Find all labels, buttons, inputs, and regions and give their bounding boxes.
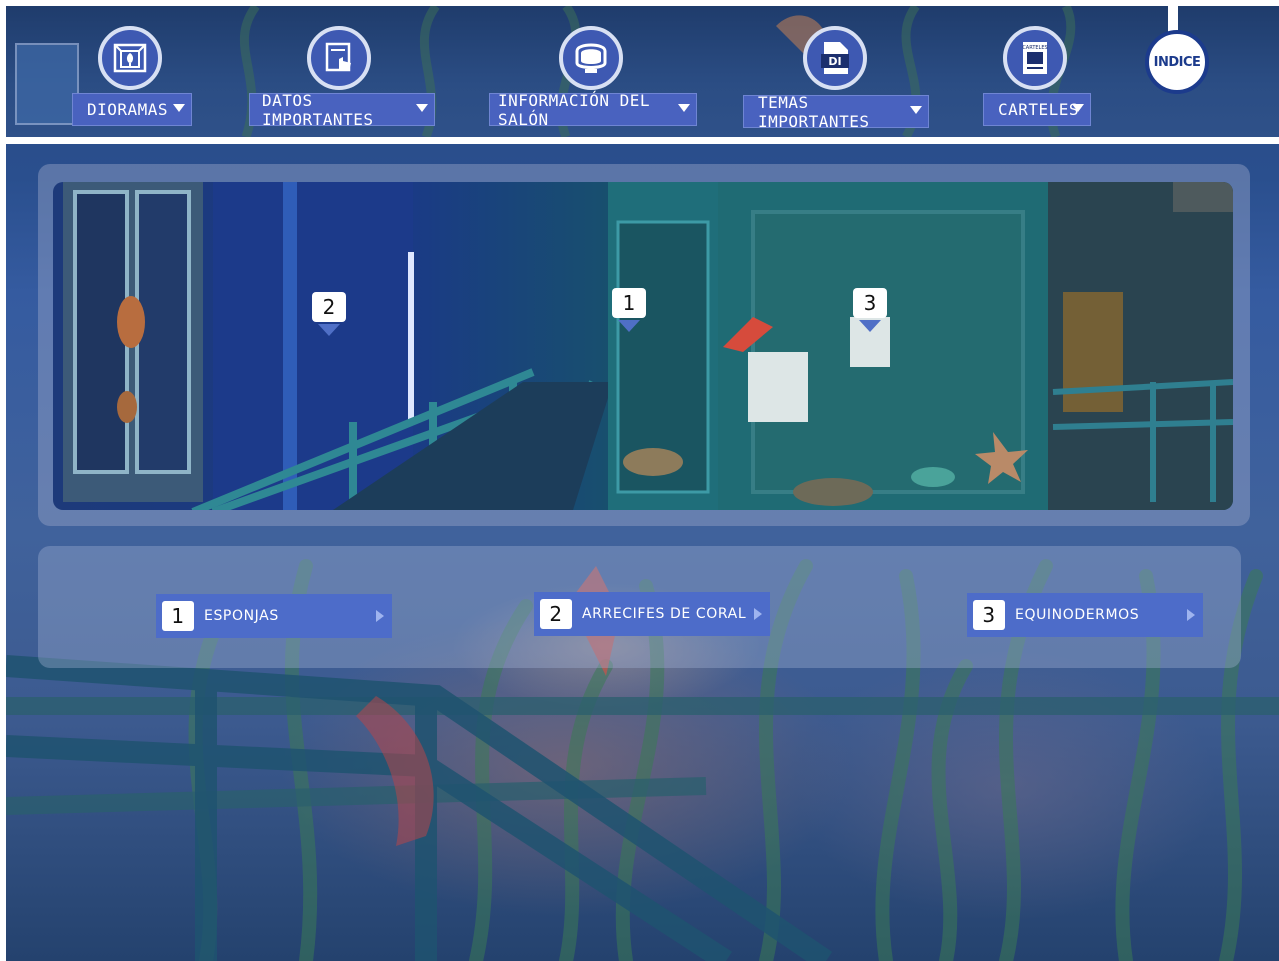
chevron-down-icon [1072, 104, 1084, 112]
top-navigation: DIORAMAS DATOS IMPORTANTES INFORMACIÓN D… [6, 6, 1279, 137]
nav-label-text: DATOS IMPORTANTES [262, 90, 374, 129]
nav-item-datos-importantes[interactable]: DATOS IMPORTANTES [249, 6, 435, 137]
topic-label: ESPONJAS [204, 608, 279, 624]
hotspot-pointer-icon [318, 324, 340, 336]
hotspot-number: 3 [863, 291, 877, 315]
hotspot-marker[interactable]: 3 [853, 288, 887, 318]
screen-icon [559, 26, 623, 90]
background-scene: DIORAMAS DATOS IMPORTANTES INFORMACIÓN D… [6, 6, 1279, 961]
topic-button-esponjas[interactable]: 1 ESPONJAS [156, 594, 392, 638]
panorama-image [63, 182, 1233, 510]
hotspot-pointer-icon [859, 320, 881, 332]
di-file-icon: DI [803, 26, 867, 90]
topic-label: EQUINODERMOS [1015, 607, 1140, 623]
nav-label-text: TEMAS IMPORTANTES [758, 92, 870, 131]
nav-item-dioramas[interactable]: DIORAMAS [72, 6, 192, 137]
hotspot-marker[interactable]: 1 [612, 288, 646, 318]
panorama-viewer[interactable]: 2 1 3 [53, 182, 1233, 510]
topic-label: ARRECIFES DE CORAL [582, 606, 747, 622]
hotspot-number: 1 [622, 291, 636, 315]
chevron-right-icon [376, 610, 384, 622]
nav-label-text: INFORMACIÓN DEL SALÓN [498, 90, 650, 129]
poster-text: CARTELES [1022, 45, 1047, 51]
nav-item-temas-importantes[interactable]: DI TEMAS IMPORTANTES [743, 6, 929, 137]
hotspot-pointer-icon [618, 320, 640, 332]
hotspot-marker[interactable]: 2 [312, 292, 346, 322]
nav-divider [6, 137, 1279, 144]
poster-icon: CARTELES [1003, 26, 1067, 90]
diorama-icon [98, 26, 162, 90]
nav-item-informacion-del-salon[interactable]: INFORMACIÓN DEL SALÓN [489, 6, 697, 137]
nav-label-temas-importantes[interactable]: TEMAS IMPORTANTES [743, 92, 929, 131]
nav-item-carteles[interactable]: CARTELES CARTELES [983, 6, 1091, 137]
nav-label-informacion-del-salon[interactable]: INFORMACIÓN DEL SALÓN [489, 90, 697, 129]
chevron-down-icon [173, 104, 185, 112]
nav-label-dioramas[interactable]: DIORAMAS [72, 93, 192, 126]
nav-label-carteles[interactable]: CARTELES [983, 93, 1091, 126]
chevron-down-icon [678, 104, 690, 112]
topic-number: 3 [973, 600, 1005, 630]
nav-label-datos-importantes[interactable]: DATOS IMPORTANTES [249, 90, 435, 129]
chevron-right-icon [1187, 609, 1195, 621]
di-text: DI [828, 55, 841, 68]
topic-number: 2 [540, 599, 572, 629]
topic-button-arrecifes-de-coral[interactable]: 2 ARRECIFES DE CORAL [534, 592, 770, 636]
chevron-down-icon [416, 104, 428, 112]
chevron-right-icon [754, 608, 762, 620]
topic-button-equinodermos[interactable]: 3 EQUINODERMOS [967, 593, 1203, 637]
touch-document-icon [307, 26, 371, 90]
nav-label-text: CARTELES [998, 100, 1080, 119]
topic-number: 1 [162, 601, 194, 631]
nav-label-text: DIORAMAS [87, 100, 169, 119]
indice-button[interactable]: INDICE [1145, 30, 1209, 94]
hotspot-number: 2 [322, 295, 336, 319]
indice-label: INDICE [1153, 54, 1201, 70]
chevron-down-icon [910, 106, 922, 114]
